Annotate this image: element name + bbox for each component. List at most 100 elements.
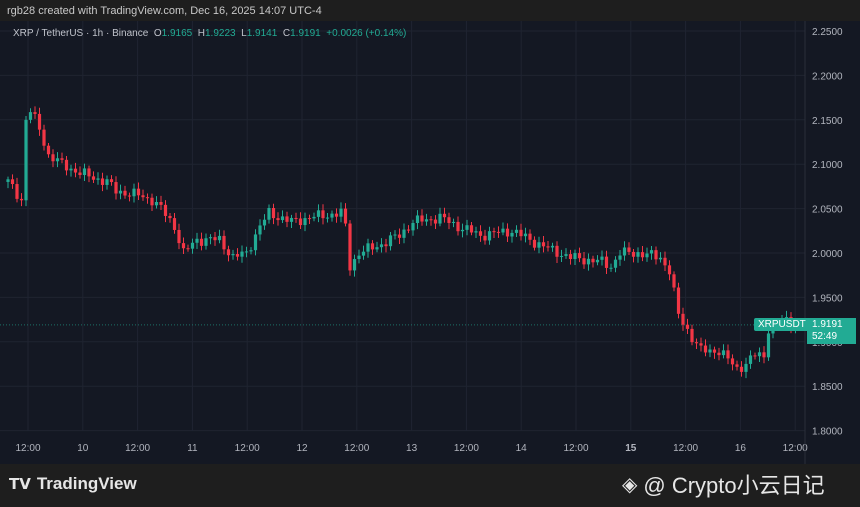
- candle-body: [492, 231, 496, 233]
- last-price-tag: 1.9191 52:49: [807, 318, 856, 344]
- candle-body: [474, 231, 478, 233]
- y-tick-label: 2.0000: [812, 249, 843, 260]
- candle-body: [289, 217, 294, 222]
- x-tick-label: 12:00: [783, 443, 808, 454]
- candle-body: [280, 216, 285, 221]
- watermark: ◈ @ Crypto小云日记: [622, 468, 825, 500]
- candle-body: [172, 218, 177, 230]
- candle-body: [438, 213, 442, 224]
- candle-body: [388, 235, 393, 247]
- candle-body: [766, 333, 771, 358]
- candle-body: [744, 363, 748, 372]
- candle-body: [177, 229, 181, 244]
- candle-body: [622, 247, 627, 256]
- candle-body: [649, 250, 654, 254]
- candle-body: [721, 350, 726, 356]
- candle-body: [753, 355, 757, 357]
- candle-body: [730, 358, 735, 365]
- candlestick-chart[interactable]: 2.2500 2.2000 2.1500 2.1000 2.0500 2.0000 1.95…: [0, 21, 860, 464]
- x-tick-label: 15: [625, 443, 637, 454]
- candle-body: [591, 258, 595, 263]
- candle-body: [582, 258, 586, 265]
- x-tick-label: 12:00: [673, 443, 698, 454]
- chart-pane[interactable]: 2.2500 2.2000 2.1500 2.1000 2.0500 2.0000 1.95…: [0, 21, 860, 464]
- candle-body: [37, 113, 42, 130]
- x-tick-label: 12:00: [454, 443, 479, 454]
- candle-body: [73, 168, 78, 173]
- candle-body: [123, 190, 127, 196]
- candle-body: [136, 188, 141, 196]
- bar-countdown: 52:49: [812, 331, 838, 342]
- candle-body: [762, 352, 766, 358]
- candle-body: [132, 188, 136, 197]
- candle-body: [285, 216, 289, 222]
- logo-text: TradingView: [36, 474, 137, 493]
- candle-body: [91, 176, 96, 180]
- candle-body: [433, 219, 438, 224]
- candle-body: [469, 225, 474, 233]
- candle-body: [631, 251, 636, 257]
- candle-body: [442, 213, 447, 218]
- candle-body: [618, 255, 622, 260]
- candle-body: [541, 242, 546, 247]
- candle-body: [316, 210, 321, 217]
- candle-body: [505, 228, 510, 237]
- candle-body: [424, 219, 429, 222]
- candle-body: [253, 234, 258, 251]
- y-tick-label: 2.2500: [812, 27, 843, 38]
- candle-body: [28, 112, 33, 120]
- candle-body: [559, 255, 564, 257]
- candle-body: [397, 234, 402, 238]
- candle-body: [609, 267, 613, 269]
- high-value: 1.9223: [205, 28, 236, 39]
- candle-body: [604, 256, 609, 268]
- candle-body: [384, 244, 388, 247]
- candle-body: [402, 229, 406, 238]
- candle-body: [118, 190, 123, 194]
- candle-body: [685, 324, 690, 329]
- candle-body: [564, 254, 568, 256]
- y-tick-label: 2.2000: [812, 71, 843, 82]
- candle-body: [645, 253, 649, 258]
- tradingview-logo[interactable]: 𝗧𝗩 TradingView: [9, 474, 137, 494]
- candle-body: [330, 213, 334, 218]
- candle-body: [640, 252, 645, 258]
- candle-body: [307, 218, 312, 220]
- candle-body: [271, 208, 276, 219]
- symbol-tag: XRPUSDT: [754, 318, 810, 331]
- candle-body: [168, 215, 172, 219]
- candle-body: [150, 197, 154, 206]
- candle-body: [366, 243, 370, 252]
- candle-body: [100, 178, 105, 185]
- candle-body: [379, 244, 384, 248]
- candle-body: [717, 352, 721, 356]
- x-tick-label: 12:00: [125, 443, 150, 454]
- candle-body: [105, 179, 109, 185]
- candle-body: [276, 218, 280, 221]
- candle-body: [708, 349, 712, 353]
- candle-body: [483, 235, 487, 241]
- candle-body: [258, 225, 262, 235]
- candle-body: [735, 364, 739, 367]
- y-tick-label: 2.1500: [812, 116, 843, 127]
- candle-body: [96, 178, 100, 180]
- candle-body: [546, 246, 550, 248]
- candle-body: [595, 259, 600, 263]
- candle-body: [627, 247, 631, 252]
- low-value: 1.9141: [246, 28, 278, 39]
- candle-body: [208, 237, 213, 239]
- x-tick-label: 16: [735, 443, 747, 454]
- candle-body: [465, 225, 469, 230]
- candle-body: [145, 197, 150, 199]
- tv-logo-icon: 𝗧𝗩: [9, 476, 31, 493]
- candle-body: [64, 159, 69, 171]
- candle-body: [127, 195, 132, 197]
- y-tick-label: 1.8500: [812, 382, 843, 393]
- x-tick-label: 12:00: [235, 443, 260, 454]
- change-value: +0.0026 (+0.14%): [326, 28, 407, 39]
- candle-body: [141, 195, 145, 198]
- candle-body: [460, 229, 465, 232]
- candle-body: [240, 251, 244, 257]
- candle-body: [109, 179, 114, 183]
- candle-body: [658, 257, 663, 260]
